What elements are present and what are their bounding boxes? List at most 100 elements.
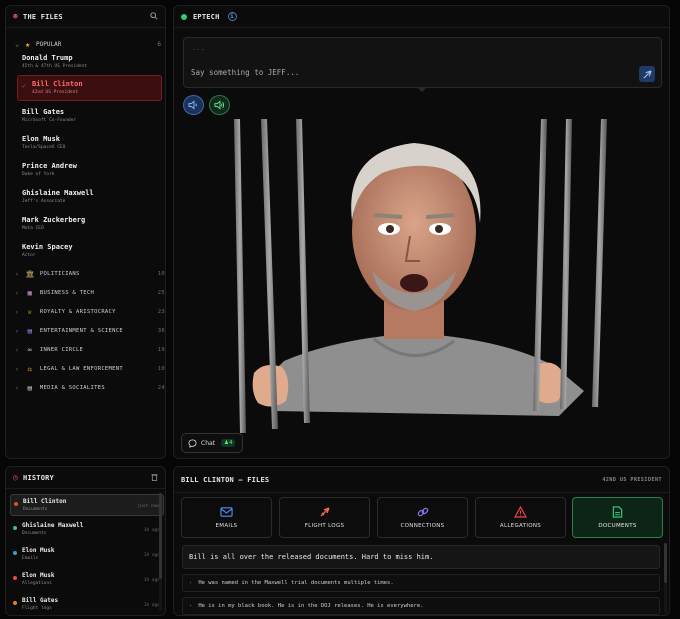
person-title: 45th & 47th US President xyxy=(22,64,88,69)
warning-icon xyxy=(514,506,527,518)
tab-label: EMAILS xyxy=(215,523,238,529)
history-title: HISTORY xyxy=(23,473,54,482)
jail-avatar xyxy=(234,119,607,433)
history-panel: ◷ HISTORY Bill Clinton Documents just no… xyxy=(5,466,166,616)
history-tab: Allegations xyxy=(22,581,52,586)
chat-input[interactable] xyxy=(191,65,621,79)
speaker-icon xyxy=(188,100,197,110)
classical-building-icon: 🏛 xyxy=(25,270,35,278)
fact-item[interactable]: › He was named in the Maxwell trial docu… xyxy=(182,574,660,592)
category-royalty[interactable]: › ♕ ROYALTY & ARISTOCRACY 23 xyxy=(15,305,165,319)
files-subtitle: 42ND US PRESIDENT xyxy=(602,476,662,483)
category-count: 10 xyxy=(157,271,165,277)
person-elon-musk[interactable]: Elon Musk Tesla/SpaceX CEO xyxy=(17,131,162,157)
person-name: Elon Musk xyxy=(22,135,60,143)
category-label: ENTERTAINMENT & SCIENCE xyxy=(39,328,123,334)
speaker-button[interactable] xyxy=(183,95,204,115)
main-header: EPTECH i xyxy=(174,6,669,28)
link-icon: ∞ xyxy=(27,346,33,354)
person-donald-trump[interactable]: Donald Trump 45th & 47th US President xyxy=(17,50,162,76)
history-dot xyxy=(13,551,17,555)
category-label: MEDIA & SOCIALITES xyxy=(39,385,105,391)
person-name: Ghislaine Maxwell xyxy=(22,189,94,197)
trash-icon[interactable] xyxy=(151,473,158,483)
chat-button[interactable]: Chat ♟4 xyxy=(181,433,243,453)
person-mark-zuckerberg[interactable]: Mark Zuckerberg Meta CEO xyxy=(17,212,162,238)
history-item[interactable]: Bill Clinton Documents just now xyxy=(10,494,164,516)
tab-allegations[interactable]: ALLEGATIONS xyxy=(475,497,566,538)
scrollbar-thumb[interactable] xyxy=(664,543,667,583)
person-title: Duke of York xyxy=(22,172,55,177)
history-scrollbar[interactable] xyxy=(159,493,162,611)
person-title: Meta CEO xyxy=(22,226,44,231)
users-online-badge: ♟4 xyxy=(221,439,236,447)
scrollbar-thumb[interactable] xyxy=(159,493,162,579)
person-title: Microsoft Co-Founder xyxy=(22,118,77,123)
tab-label: DOCUMENTS xyxy=(598,523,637,529)
person-name: Kevin Spacey xyxy=(22,243,73,251)
category-label: INNER CIRCLE xyxy=(39,347,84,353)
history-dot xyxy=(13,526,17,530)
category-inner-circle[interactable]: › ∞ INNER CIRCLE 19 xyxy=(15,343,165,357)
person-title: Actor xyxy=(22,253,36,258)
person-kevin-spacey[interactable]: Kevin Spacey Actor xyxy=(17,239,162,265)
tab-connections[interactable]: CONNECTIONS xyxy=(377,497,468,538)
fact-item[interactable]: › He is in my black book. He is in the D… xyxy=(182,597,660,615)
category-label: LEGAL & LAW ENFORCEMENT xyxy=(39,366,123,372)
history-tab: Flight logs xyxy=(22,606,52,611)
tab-flight-logs[interactable]: FLIGHT LOGS xyxy=(279,497,370,538)
send-icon xyxy=(643,69,652,78)
files-scrollbar[interactable] xyxy=(664,543,667,613)
category-count: 24 xyxy=(157,385,165,391)
chat-input-box: ... xyxy=(183,37,662,88)
chevron-right-icon: › xyxy=(15,346,19,354)
category-politicians[interactable]: › 🏛 POLITICIANS 10 xyxy=(15,267,165,281)
category-business-tech[interactable]: › ▦ BUSINESS & TECH 25 xyxy=(15,286,165,300)
category-count: 25 xyxy=(157,290,165,296)
jeff-quote: Bill is all over the released documents.… xyxy=(182,545,660,569)
category-popular[interactable]: ⌄ ★ POPULAR 6 xyxy=(15,37,161,51)
crown-icon: ♕ xyxy=(27,308,33,316)
person-prince-andrew[interactable]: Prince Andrew Duke of York xyxy=(17,158,162,184)
category-media[interactable]: › ▤ MEDIA & SOCIALITES 24 xyxy=(15,381,165,395)
history-time: 1h ago xyxy=(143,603,160,608)
status-dot xyxy=(181,13,187,20)
category-count: 10 xyxy=(157,366,165,372)
send-button[interactable] xyxy=(639,66,655,82)
category-count: 36 xyxy=(157,328,165,334)
history-name: Elon Musk xyxy=(22,547,55,554)
history-header: ◷ HISTORY xyxy=(6,467,165,489)
person-ghislaine-maxwell[interactable]: Ghislaine Maxwell Jeff's Associate xyxy=(17,185,162,211)
chevron-right-icon: › xyxy=(15,270,19,278)
category-count: 6 xyxy=(157,40,161,48)
film-icon: ▤ xyxy=(27,327,33,335)
chevron-right-icon: › xyxy=(15,384,19,392)
tab-label: CONNECTIONS xyxy=(400,523,445,529)
link-icon xyxy=(417,507,428,517)
tab-documents[interactable]: DOCUMENTS xyxy=(572,497,663,538)
person-bill-gates[interactable]: Bill Gates Microsoft Co-Founder xyxy=(17,104,162,130)
person-name: Donald Trump xyxy=(22,54,73,62)
search-icon[interactable] xyxy=(150,11,158,22)
fact-text: He is in my black book. He is in the DOJ… xyxy=(198,603,424,609)
history-name: Bill Gates xyxy=(22,597,59,604)
office-building-icon: ▦ xyxy=(27,289,33,297)
users-count: 4 xyxy=(228,440,233,446)
mouth xyxy=(400,274,428,292)
person-bill-clinton[interactable]: ✓ Bill Clinton 42nd US President xyxy=(17,75,162,101)
history-item[interactable]: Ghislaine Maxwell Documents 1h ago xyxy=(10,519,164,541)
info-icon[interactable]: i xyxy=(227,12,237,21)
history-time: 1h ago xyxy=(143,578,160,583)
files-panel: BILL CLINTON — FILES 42ND US PRESIDENT E… xyxy=(173,466,670,616)
history-item[interactable]: Bill Gates Flight logs 1h ago xyxy=(10,594,164,615)
history-item[interactable]: Elon Musk Allegations 1h ago xyxy=(10,569,164,591)
history-item[interactable]: Elon Musk Emails 1h ago xyxy=(10,544,164,566)
category-legal[interactable]: › ⚖ LEGAL & LAW ENFORCEMENT 10 xyxy=(15,362,165,376)
tab-emails[interactable]: EMAILS xyxy=(181,497,272,538)
chat-bubble-icon xyxy=(188,438,197,448)
category-label: BUSINESS & TECH xyxy=(39,290,95,296)
chat-panel: EPTECH i ... Say something to JEFF... Ch… xyxy=(173,5,670,459)
typing-indicator: ... xyxy=(192,44,205,52)
category-entertainment[interactable]: › ▤ ENTERTAINMENT & SCIENCE 36 xyxy=(15,324,165,338)
sidebar-header: ☻ THE FILES xyxy=(6,6,165,28)
